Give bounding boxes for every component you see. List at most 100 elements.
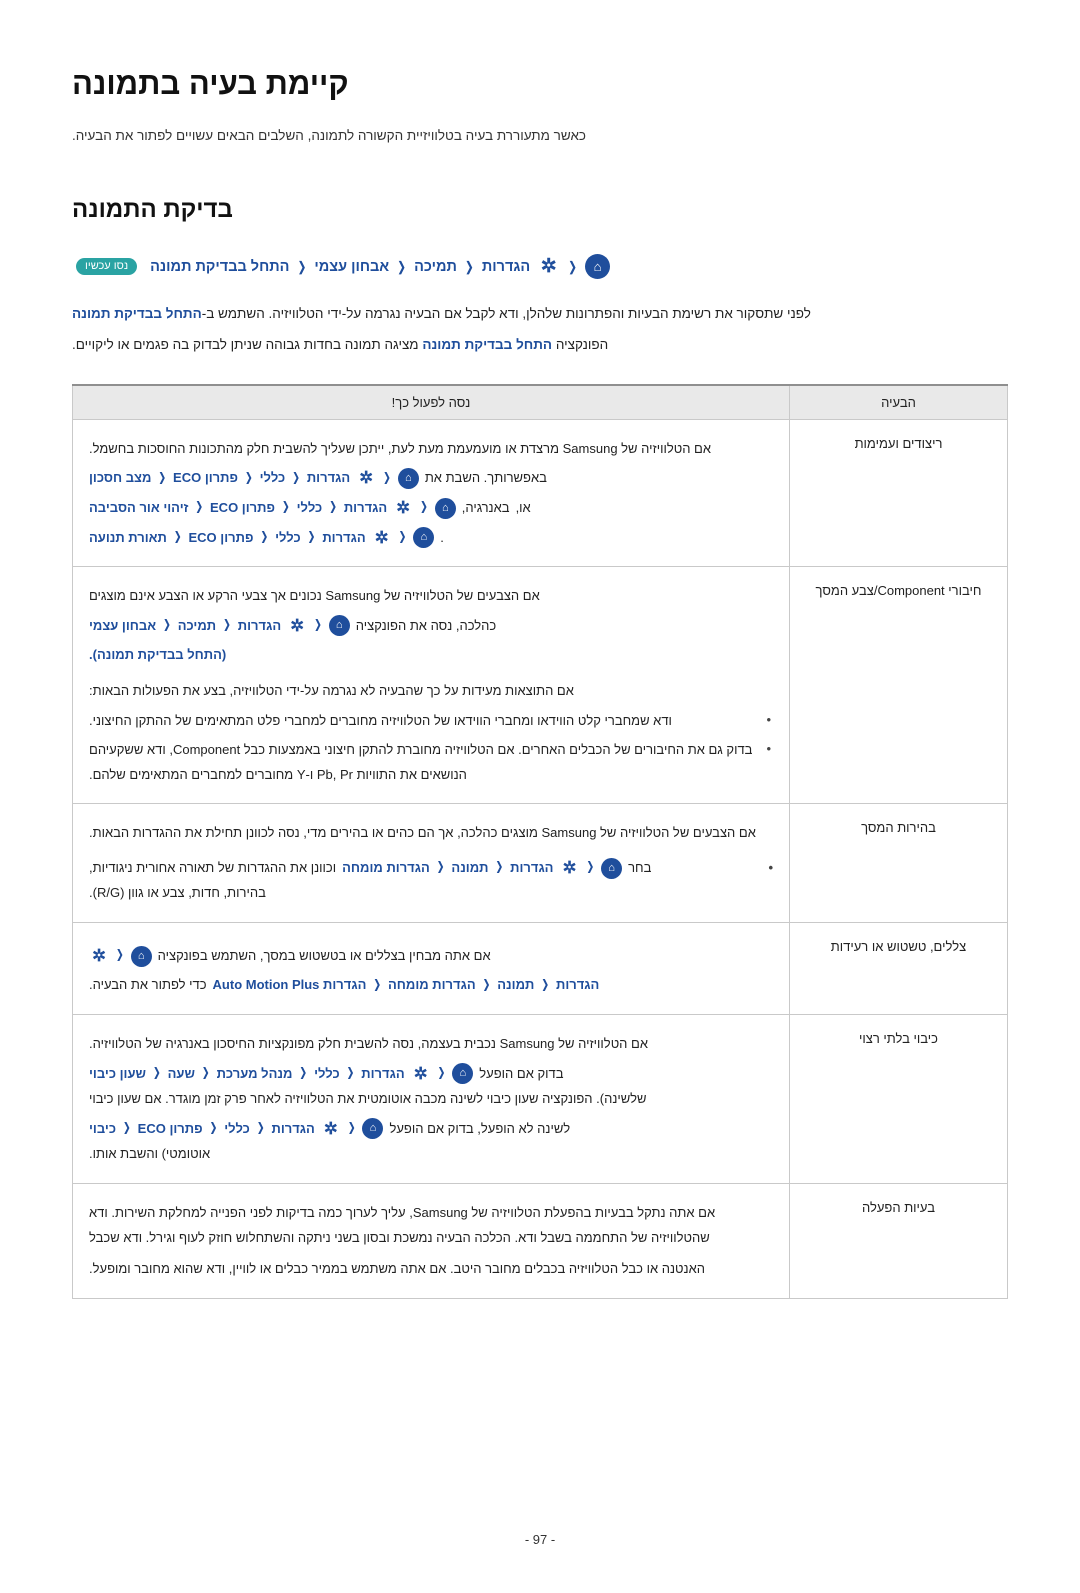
path-item-start-picture-test: התחל בבדיקת תמונה <box>150 258 290 275</box>
path-item: הגדרות <box>510 859 554 875</box>
try-it-badge[interactable]: נסו עכשיו <box>76 258 138 276</box>
path-item-self-diagnosis: אבחון עצמי <box>314 258 390 275</box>
gear-icon: ✲ <box>323 1119 338 1138</box>
path-item: הגדרות <box>237 617 282 633</box>
inline-path-tail: (התחל בבדיקת תמונה). <box>89 643 773 668</box>
solution-extra-text: אם התוצאות מעידות על כך שהבעיה לא נגרמה … <box>89 683 574 698</box>
path-lead: לשינה לא הופעל, בדוק אם הופעל <box>389 1120 571 1136</box>
home-icon: ⌂ <box>328 615 350 637</box>
solution-text: שלשינה). הפונקציה שעון כיבוי לשינה מכבה … <box>89 1091 647 1107</box>
path-separator: ❬ <box>243 471 254 484</box>
home-icon: ⌂ <box>130 945 152 967</box>
path-separator: ❬ <box>200 1066 211 1079</box>
path-item: פתרון ECO <box>188 529 254 545</box>
solution-text: אם הטלוויזיה של Samsung נכבית בעצמה, נסה… <box>89 1036 649 1052</box>
home-icon: ⌂ <box>452 1063 474 1085</box>
intro-paragraph-1: לפני שתסקור את רשימת הבעיות והפתרונות של… <box>72 301 1008 327</box>
path-separator: ❬ <box>481 978 492 991</box>
solution-cell: אם הטלוויזיה של Samsung נכבית בעצמה, נסה… <box>72 1014 790 1184</box>
path-tail: כדי לפתור את הבעיה. <box>89 977 207 993</box>
path-item: כללי <box>224 1120 250 1136</box>
issue-label: צללים, טשטוש או רעידות <box>789 921 1008 1016</box>
navigation-path: ⌂ ❬ ✲ הגדרות ❬ תמיכה ❬ אבחון עצמי ❬ התחל… <box>72 254 1008 280</box>
path-lead: באפשרותך. השבת את <box>424 470 547 486</box>
path-item: הגדרות <box>271 1120 315 1136</box>
path-item: אבחון עצמי <box>89 617 157 633</box>
solution-text: אם הצבעים של הטלוויזיה של Samsung מוצגים… <box>89 825 756 841</box>
path-separator: ❬ <box>494 861 505 874</box>
gear-icon: ✲ <box>359 469 374 488</box>
path-lead: בדוק אם הופעל <box>479 1065 564 1081</box>
inline-path: או, באנרגיה, ⌂ ❬ ✲ הגדרות ❬ כללי ❬ פתרון… <box>89 496 773 521</box>
path-item: פתרון ECO <box>210 499 275 515</box>
path-separator: ❬ <box>222 619 232 632</box>
path-item: תאורת תנועה <box>89 529 167 545</box>
path-item: כללי <box>275 529 301 545</box>
path-item: מנהל מערכת <box>216 1065 293 1081</box>
path-item: כללי <box>259 470 286 486</box>
path-separator: ❬ <box>585 861 596 874</box>
inline-path: . ⌂ ❬ ✲ הגדרות ❬ כללי ❬ פתרון ECO ❬ תאור… <box>89 526 773 551</box>
path-separator: ❬ <box>298 1066 309 1079</box>
intro-text-2b: מציגה תמונה בחדות גבוהה שניתן לבדוק בה פ… <box>72 336 423 352</box>
gear-icon: ✲ <box>540 256 557 278</box>
path-item: שעה <box>167 1065 195 1081</box>
path-separator: ❬ <box>346 1121 357 1134</box>
solution-text-tail: בהירות, חדות, צבע או גוון (R/G). <box>89 885 266 901</box>
path-item: תמונה <box>451 859 489 875</box>
inline-path: כהלכה, נסה את הפונקציה ⌂ ❬ ✲ הגדרות ❬ תמ… <box>89 614 773 639</box>
solution-bullets: ודא שמחברי קלט הווידאו ומחברי הווידאו של… <box>89 708 773 787</box>
path-separator: ❬ <box>435 861 446 874</box>
solution-text: אם הצבעים של הטלוויזיה של Samsung נכונים… <box>89 588 540 604</box>
issue-label: בהירות המסך <box>789 803 1008 923</box>
intro-paragraph-2: הפונקציה התחל בבדיקת תמונה מציגה תמונה ב… <box>72 332 1008 358</box>
path-item: פתרון ECO <box>173 470 238 486</box>
path-separator: ❬ <box>345 1066 356 1079</box>
table-row: כיבוי בלתי רצוי אם הטלוויזיה של Samsung … <box>72 1014 1008 1184</box>
gear-icon: ✲ <box>92 946 106 965</box>
gear-icon: ✲ <box>413 1064 428 1083</box>
path-item: כללי <box>314 1065 340 1081</box>
gear-icon: ✲ <box>290 616 305 635</box>
path-separator: ❬ <box>162 619 172 632</box>
path-separator: ❬ <box>259 531 270 544</box>
document-page: קיימת בעיה בתמונה כאשר מתעוררת בעיה בטלו… <box>0 66 1080 1593</box>
path-item-settings: הגדרות <box>481 258 531 275</box>
solution-cell: אם הטלוויזיה של Samsung מרצדת או מועמעמת… <box>72 418 790 568</box>
home-icon: ⌂ <box>413 527 435 549</box>
solution-cell: אם הצבעים של הטלוויזיה של Samsung נכונים… <box>72 566 790 805</box>
page-title: קיימת בעיה בתמונה <box>72 66 349 101</box>
inline-path: באפשרותך. השבת את ⌂ ❬ ✲ הגדרות ❬ כללי ❬ … <box>89 466 773 491</box>
path-separator: ❬ <box>306 531 317 544</box>
inline-path: בדוק אם הופעל ⌂ ❬ ✲ הגדרות ❬ כללי ❬ מנהל… <box>89 1062 773 1087</box>
path-separator: ❬ <box>382 471 392 484</box>
intro-link-2: התחל בבדיקת תמונה <box>422 336 553 352</box>
path-tail: (התחל בבדיקת תמונה). <box>89 647 227 663</box>
path-separator: ❬ <box>157 471 168 484</box>
table-header-row: הבעיה נסה לפעול כך! <box>72 383 1008 420</box>
intro-text-1: לפני שתסקור את רשימת הבעיות והפתרונות של… <box>201 306 811 322</box>
home-icon: ⌂ <box>362 1118 384 1140</box>
solution-text-tail: אוטומטי) והשבת אותו. <box>89 1146 211 1162</box>
table-row: בעיות הפעלה אם אתה נתקל בבעיות בהפעלת הט… <box>72 1182 1008 1299</box>
path-item: הגדרות <box>306 470 351 486</box>
solution-text: אם הטלוויזיה של Samsung מרצדת או מועמעמת… <box>89 440 712 456</box>
path-separator: ❬ <box>397 531 408 544</box>
path-separator: ❬ <box>396 258 408 274</box>
solution-cell: אם הצבעים של הטלוויזיה של Samsung מוצגים… <box>72 803 790 923</box>
path-separator: ❬ <box>151 1066 162 1079</box>
path-tail: או, <box>515 499 531 515</box>
path-item: מצב חסכון <box>89 470 152 486</box>
path-separator: ❬ <box>540 978 550 991</box>
table-row: ריצודים ועמימות אם הטלוויזיה של Samsung … <box>72 418 1008 568</box>
path-separator: ❬ <box>436 1066 447 1079</box>
path-lead: בחר <box>628 859 652 875</box>
inline-path: לשינה לא הופעל, בדוק אם הופעל ⌂ ❬ ✲ הגדר… <box>89 1117 773 1142</box>
path-separator: ❬ <box>208 1121 219 1134</box>
inline-path-bullet: • בחר ⌂ ❬ ✲ הגדרות ❬ תמונה ❬ הגדרות מומח… <box>89 856 773 881</box>
home-icon: ⌂ <box>434 497 456 519</box>
header-issue: הבעיה <box>789 383 1008 420</box>
issue-label: ריצודים ועמימות <box>789 418 1008 568</box>
inline-path: אם אתה מבחין בצללים או בטשטוש במסך, השתמ… <box>89 944 773 969</box>
path-lead: כהלכה, נסה את הפונקציה <box>355 617 497 633</box>
